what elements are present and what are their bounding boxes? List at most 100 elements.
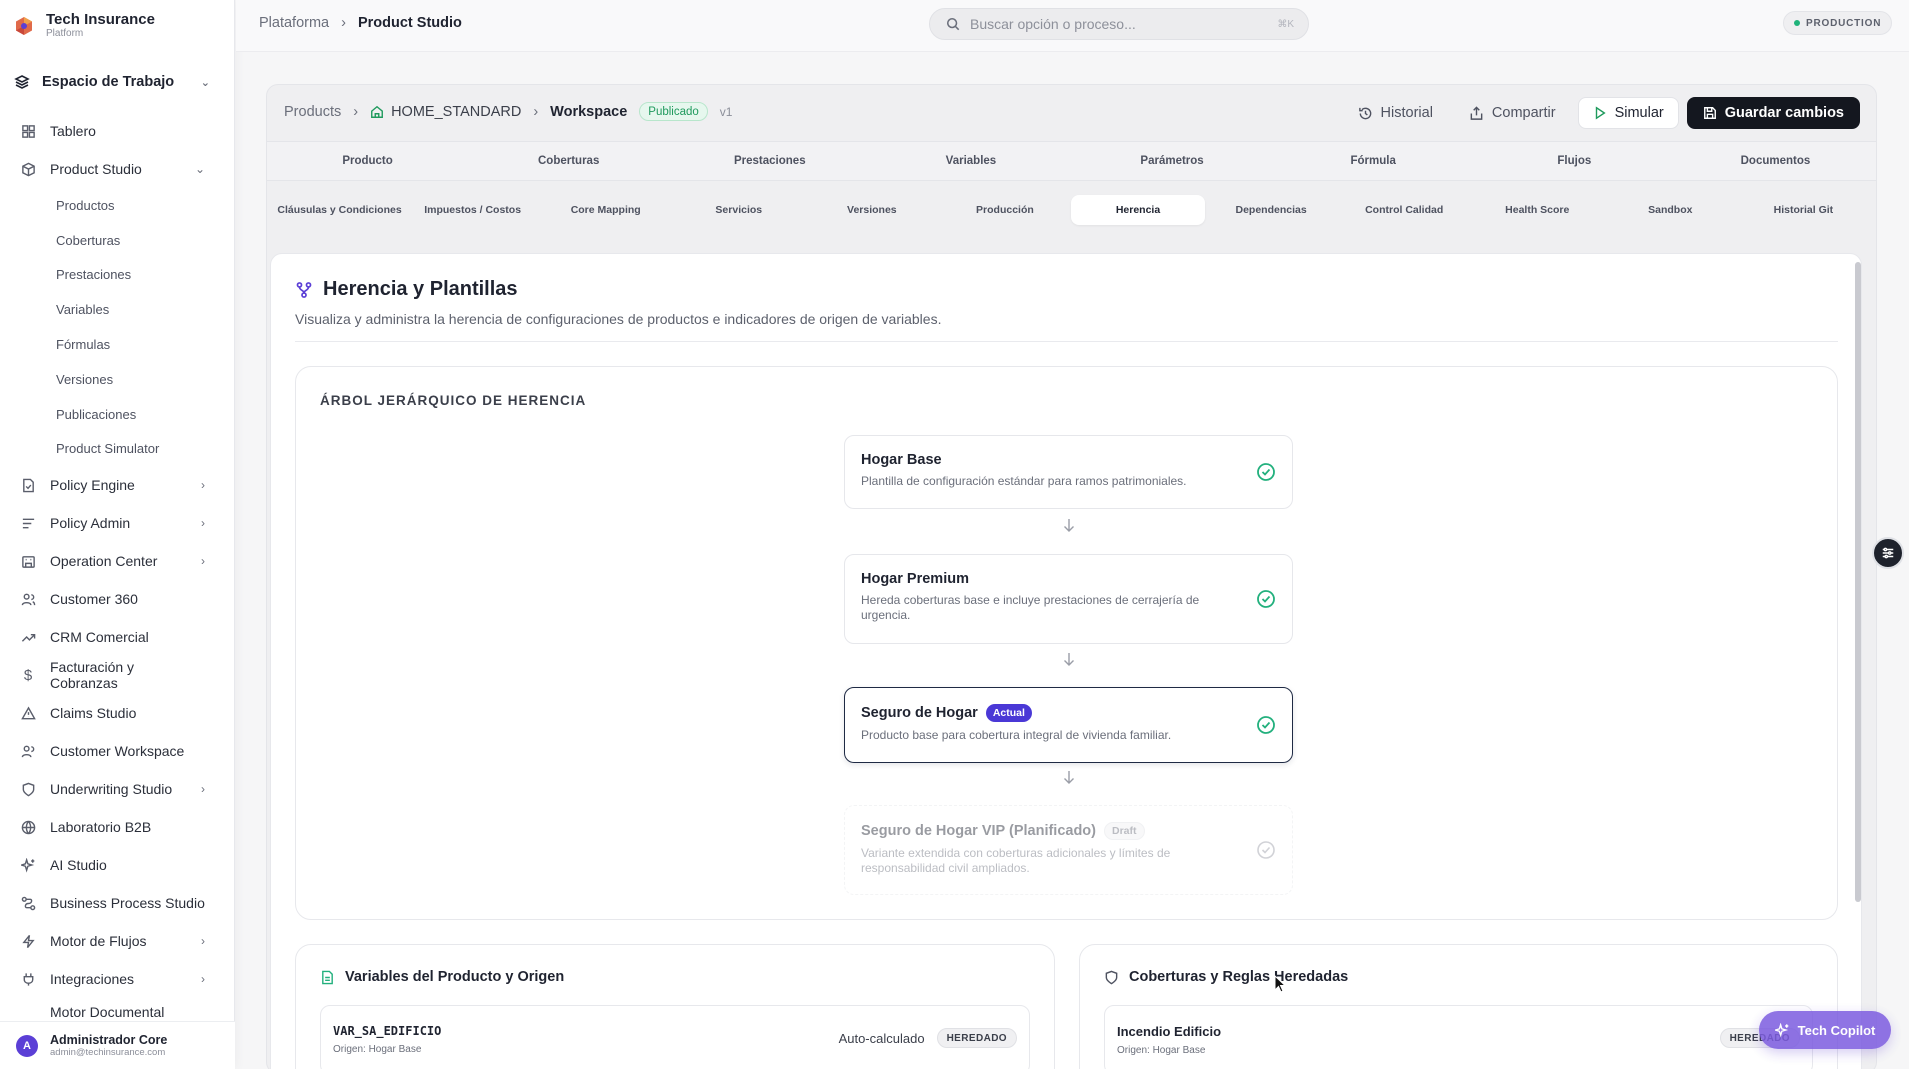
sidebar-item-motor-de-flujos[interactable]: Motor de Flujos › bbox=[0, 922, 235, 960]
subnav-item-formulas[interactable]: Fórmulas bbox=[56, 327, 235, 362]
tree-node[interactable]: Hogar Base Plantilla de configuración es… bbox=[844, 435, 1293, 509]
save-button[interactable]: Guardar cambios bbox=[1686, 97, 1860, 129]
tab-historial-git[interactable]: Historial Git bbox=[1737, 195, 1870, 225]
tab-documentos[interactable]: Documentos bbox=[1675, 155, 1876, 167]
tab-herencia[interactable]: Herencia bbox=[1071, 195, 1205, 225]
draft-badge: Draft bbox=[1104, 822, 1145, 840]
subnav-item-publicaciones[interactable]: Publicaciones bbox=[56, 397, 235, 432]
user-email: admin@techinsurance.com bbox=[50, 1047, 166, 1058]
history-label: Historial bbox=[1380, 105, 1433, 121]
workspace-switcher[interactable]: Espacio de Trabajo ⌄ bbox=[14, 74, 210, 90]
sidebar-item-operation-center[interactable]: Operation Center › bbox=[0, 542, 235, 580]
check-circle-icon bbox=[1257, 463, 1275, 481]
node-description: Plantilla de configuración estándar para… bbox=[861, 474, 1187, 488]
main-tabs: Producto Coberturas Prestaciones Variabl… bbox=[267, 141, 1876, 181]
coverages-card-header: Coberturas y Reglas Heredadas bbox=[1104, 969, 1348, 985]
node-name: Hogar Base bbox=[861, 452, 942, 468]
workflow-icon bbox=[20, 895, 36, 911]
breadcrumb-current: Product Studio bbox=[357, 15, 462, 31]
tab-control-calidad[interactable]: Control Calidad bbox=[1338, 195, 1471, 225]
brand-logo-icon bbox=[16, 16, 32, 35]
sidebar-item-customer-360[interactable]: Customer 360 bbox=[0, 580, 235, 618]
chevron-right-icon: › bbox=[201, 554, 205, 569]
variable-row[interactable]: VAR_SA_EDIFICIO Origen: Hogar Base Auto-… bbox=[320, 1005, 1030, 1069]
product-code: HOME_STANDARD bbox=[391, 103, 522, 120]
brand-subtitle: Platform bbox=[46, 28, 84, 39]
tab-servicios[interactable]: Servicios bbox=[672, 195, 805, 225]
tab-formula[interactable]: Fórmula bbox=[1273, 155, 1474, 167]
tab-clausulas[interactable]: Cláusulas y Condiciones bbox=[273, 195, 406, 225]
sidebar-item-motor-documental[interactable]: Motor Documental bbox=[0, 998, 235, 1020]
brand[interactable]: Tech Insurance Platform bbox=[14, 12, 155, 39]
sidebar-item-label: Business Process Studio bbox=[50, 895, 205, 912]
subnav-item-productos[interactable]: Productos bbox=[56, 188, 235, 223]
sidebar-item-facturacion[interactable]: $ Facturación y Cobranzas bbox=[0, 656, 235, 694]
tab-prestaciones[interactable]: Prestaciones bbox=[669, 155, 870, 167]
tab-variables[interactable]: Variables bbox=[870, 155, 1071, 167]
sidebar-item-label: Customer 360 bbox=[50, 591, 138, 608]
workspace-actions: Historial Compartir Simular Guardar camb… bbox=[1344, 97, 1860, 129]
list-icon bbox=[20, 515, 36, 531]
tab-versiones[interactable]: Versiones bbox=[805, 195, 938, 225]
sidebar-item-customer-workspace[interactable]: Customer Workspace bbox=[0, 732, 235, 770]
tree-node[interactable]: Hogar Premium Hereda coberturas base e i… bbox=[844, 554, 1293, 644]
sidebar-item-integraciones[interactable]: Integraciones › bbox=[0, 960, 235, 998]
breadcrumb-root[interactable]: Plataforma bbox=[259, 15, 329, 31]
crumb-current: Workspace bbox=[550, 103, 628, 120]
tab-producto[interactable]: Producto bbox=[267, 155, 468, 167]
subnav-item-coberturas[interactable]: Coberturas bbox=[56, 223, 235, 258]
tree-node-planned[interactable]: Seguro de Hogar VIP (Planificado) Draft … bbox=[844, 805, 1293, 895]
sidebar-item-claims-studio[interactable]: Claims Studio bbox=[0, 694, 235, 732]
sidebar-item-label: Laboratorio B2B bbox=[50, 819, 152, 836]
node-name: Seguro de Hogar bbox=[861, 705, 978, 721]
tab-core-mapping[interactable]: Core Mapping bbox=[539, 195, 672, 225]
sidebar-item-product-studio[interactable]: Product Studio ⌄ bbox=[0, 150, 235, 188]
chevron-right-icon: › bbox=[341, 15, 346, 31]
sidebar-item-policy-admin[interactable]: Policy Admin › bbox=[0, 504, 235, 542]
crumb-product-code[interactable]: HOME_STANDARD bbox=[370, 104, 521, 120]
sidebar-item-ai-studio[interactable]: AI Studio bbox=[0, 846, 235, 884]
top-bar: Plataforma › Product Studio Buscar opció… bbox=[236, 0, 1909, 52]
users-icon bbox=[20, 743, 36, 759]
subnav-item-product-simulator[interactable]: Product Simulator bbox=[56, 432, 235, 467]
simulate-button[interactable]: Simular bbox=[1577, 97, 1679, 129]
crumb-products[interactable]: Products bbox=[284, 104, 341, 120]
layers-icon bbox=[14, 75, 30, 89]
inherited-badge: HEREDADO bbox=[936, 1028, 1017, 1048]
status-dot-icon bbox=[1794, 20, 1800, 26]
file-check-icon bbox=[20, 477, 36, 493]
subnav-item-prestaciones[interactable]: Prestaciones bbox=[56, 258, 235, 293]
tab-health-score[interactable]: Health Score bbox=[1471, 195, 1604, 225]
copilot-label: Tech Copilot bbox=[1797, 1022, 1876, 1038]
share-button[interactable]: Compartir bbox=[1455, 97, 1570, 129]
check-circle-icon bbox=[1257, 590, 1275, 608]
history-button[interactable]: Historial bbox=[1344, 97, 1447, 129]
mouse-cursor-icon bbox=[1274, 975, 1286, 993]
coverage-row[interactable]: Incendio Edificio Origen: Hogar Base HER… bbox=[1104, 1005, 1813, 1069]
side-panel-toggle[interactable] bbox=[1872, 537, 1904, 569]
subnav-item-versiones[interactable]: Versiones bbox=[56, 362, 235, 397]
tab-parametros[interactable]: Parámetros bbox=[1072, 155, 1273, 167]
search-input[interactable]: Buscar opción o proceso... ⌘K bbox=[929, 8, 1309, 40]
user-profile[interactable]: A Administrador Core admin@techinsurance… bbox=[0, 1021, 235, 1069]
node-name: Hogar Premium bbox=[861, 571, 969, 587]
tab-flujos[interactable]: Flujos bbox=[1474, 155, 1675, 167]
sidebar-item-business-process-studio[interactable]: Business Process Studio bbox=[0, 884, 235, 922]
tab-produccion[interactable]: Producción bbox=[938, 195, 1071, 225]
sidebar-item-policy-engine[interactable]: Policy Engine › bbox=[0, 466, 235, 504]
sidebar-item-underwriting-studio[interactable]: Underwriting Studio › bbox=[0, 770, 235, 808]
sidebar-item-laboratorio-b2b[interactable]: Laboratorio B2B bbox=[0, 808, 235, 846]
sidebar-item-tablero[interactable]: Tablero bbox=[0, 112, 235, 150]
environment-label: PRODUCTION bbox=[1806, 17, 1882, 29]
copilot-button[interactable]: Tech Copilot bbox=[1759, 1011, 1891, 1049]
tab-coberturas[interactable]: Coberturas bbox=[468, 155, 669, 167]
sidebar-item-crm-comercial[interactable]: CRM Comercial bbox=[0, 618, 235, 656]
tab-dependencias[interactable]: Dependencias bbox=[1205, 195, 1338, 225]
chevron-right-icon: › bbox=[353, 103, 359, 120]
search-placeholder: Buscar opción o proceso... bbox=[970, 16, 1136, 32]
tab-sandbox[interactable]: Sandbox bbox=[1604, 195, 1737, 225]
subnav-item-variables[interactable]: Variables bbox=[56, 292, 235, 327]
tree-node-current[interactable]: Seguro de Hogar Actual Producto base par… bbox=[844, 687, 1293, 763]
scrollbar[interactable] bbox=[1855, 262, 1861, 902]
tab-impuestos[interactable]: Impuestos / Costos bbox=[406, 195, 539, 225]
